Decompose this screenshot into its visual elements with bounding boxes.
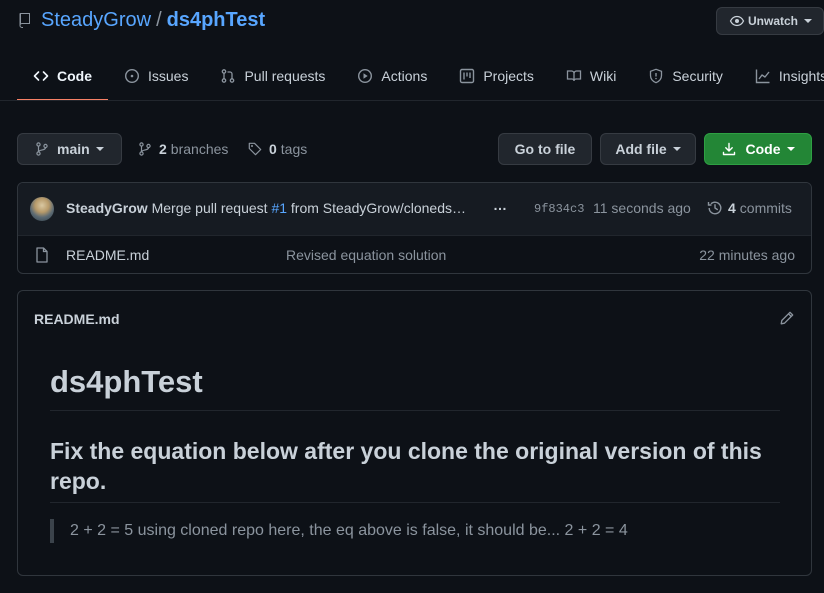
commit-sha-link[interactable]: 9f834c3	[534, 202, 584, 216]
commits-count: 4	[728, 200, 736, 216]
repo-header: SteadyGrow / ds4phTest	[18, 6, 265, 34]
readme-heading: ds4phTest	[50, 364, 203, 399]
tabs-divider	[0, 100, 824, 101]
readme-subheading: Fix the equation below after you clone t…	[50, 438, 762, 494]
tab-projects[interactable]: Projects	[443, 52, 550, 100]
tab-code[interactable]: Code	[17, 52, 108, 101]
play-icon	[358, 68, 373, 84]
commit-message-prefix: Merge pull request	[151, 200, 268, 216]
file-icon	[36, 247, 48, 263]
tab-actions[interactable]: Actions	[341, 52, 443, 100]
repo-name-link[interactable]: ds4phTest	[167, 9, 266, 32]
readme-header-title: README.md	[34, 311, 120, 327]
add-file-label: Add file	[615, 141, 667, 157]
unwatch-button[interactable]: Unwatch	[716, 7, 824, 35]
chevron-down-icon	[95, 147, 104, 151]
tab-wiki-label: Wiki	[589, 68, 617, 84]
code-button-label: Code	[745, 141, 781, 157]
branches-count: 2	[159, 141, 167, 157]
chevron-down-icon	[672, 147, 681, 151]
tags-label: tags	[280, 141, 308, 157]
tab-insights-label: Insights	[778, 68, 824, 84]
tab-security-label: Security	[672, 68, 723, 84]
expand-commit-button[interactable]: …	[492, 197, 508, 219]
branch-icon	[36, 142, 48, 156]
branches-label: branches	[170, 141, 229, 157]
file-name-link[interactable]: README.md	[66, 247, 149, 263]
repo-icon	[19, 13, 30, 28]
tab-wiki[interactable]: Wiki	[550, 52, 632, 100]
commit-message-suffix: from SteadyGrow/cloneds…	[290, 200, 466, 216]
history-icon	[707, 201, 722, 215]
file-commit-time: 22 minutes ago	[699, 247, 795, 263]
heading-divider	[50, 410, 780, 411]
file-browser: SteadyGrow Merge pull request #1 from St…	[17, 182, 812, 274]
tab-actions-label: Actions	[381, 68, 428, 84]
file-row: README.md Revised equation solution 22 m…	[18, 236, 811, 273]
branch-select-button[interactable]: main	[17, 133, 122, 165]
readme-blockquote: 2 + 2 = 5 using cloned repo here, the eq…	[50, 519, 628, 543]
tab-pull-requests[interactable]: Pull requests	[204, 52, 341, 100]
chevron-down-icon	[786, 147, 795, 151]
pull-request-link[interactable]: #1	[271, 200, 287, 216]
pull-request-icon	[222, 69, 235, 83]
go-to-file-button[interactable]: Go to file	[498, 133, 592, 165]
commits-label: commits	[739, 200, 792, 216]
download-icon	[722, 142, 735, 156]
branch-icon	[139, 142, 151, 156]
tab-pull-requests-label: Pull requests	[244, 68, 326, 84]
chevron-down-icon	[804, 19, 813, 23]
repo-separator: /	[156, 8, 162, 31]
tags-link[interactable]: 0 tags	[248, 133, 307, 165]
code-icon	[33, 70, 49, 81]
commit-message[interactable]: SteadyGrow Merge pull request #1 from St…	[66, 200, 478, 216]
repo-tabs: Code Issues Pull requests Actions Projec…	[17, 52, 824, 101]
commit-author[interactable]: SteadyGrow	[66, 200, 148, 216]
branches-link[interactable]: 2 branches	[138, 133, 228, 165]
tab-code-label: Code	[57, 67, 92, 84]
shield-icon	[650, 68, 663, 84]
file-commit-message-link[interactable]: Revised equation solution	[286, 247, 446, 263]
code-download-button[interactable]: Code	[704, 133, 812, 165]
issue-icon	[124, 68, 140, 84]
tag-icon	[248, 142, 262, 156]
go-to-file-label: Go to file	[514, 141, 576, 157]
tab-security[interactable]: Security	[632, 52, 739, 100]
branch-name: main	[57, 141, 90, 157]
readme-panel: README.md ds4phTest Fix the equation bel…	[17, 290, 812, 576]
unwatch-label: Unwatch	[748, 14, 799, 28]
subheading-divider	[50, 502, 780, 503]
tags-count: 0	[269, 141, 277, 157]
book-icon	[566, 70, 582, 82]
add-file-button[interactable]: Add file	[600, 133, 696, 165]
tab-projects-label: Projects	[483, 68, 534, 84]
repo-owner-link[interactable]: SteadyGrow	[41, 9, 151, 32]
tab-issues[interactable]: Issues	[108, 52, 204, 100]
tab-insights[interactable]: Insights	[739, 52, 824, 100]
tab-issues-label: Issues	[148, 68, 189, 84]
eye-icon	[729, 15, 745, 27]
avatar[interactable]	[30, 197, 54, 221]
graph-icon	[755, 69, 770, 84]
commits-history-link[interactable]: 4 commits	[707, 200, 792, 216]
commit-time: 11 seconds ago	[593, 200, 691, 216]
pencil-icon[interactable]	[779, 310, 795, 326]
project-icon	[460, 68, 475, 84]
latest-commit-row: SteadyGrow Merge pull request #1 from St…	[18, 183, 811, 236]
